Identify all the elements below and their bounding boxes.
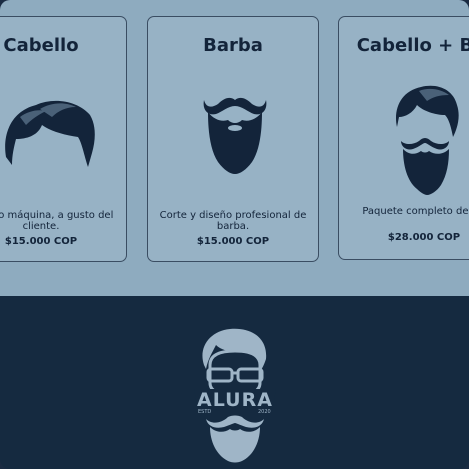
hair-and-beard-icon: [396, 85, 459, 195]
service-price: $28.000 COP: [387, 232, 461, 243]
service-price: $15.000 COP: [196, 236, 270, 247]
hair-icon: [5, 100, 95, 167]
service-description: Paquete completo de c… y barba.: [362, 206, 469, 217]
logo-year: 2020: [258, 409, 271, 415]
service-card-cabello-barba[interactable]: Cabello + Barba Paquete completo de c… y…: [338, 16, 469, 260]
service-title: Cabello: [3, 35, 79, 56]
service-card-barba[interactable]: Barba Corte y diseño profesional de barb…: [147, 16, 319, 262]
service-card-cabello[interactable]: Cabello …era o máquina, a gusto del clie…: [0, 16, 127, 262]
alura-logo[interactable]: ALURA ESTD 2020: [192, 325, 278, 465]
logo-estd: ESTD: [198, 409, 212, 415]
logo-wordmark: ALURA: [197, 389, 273, 411]
service-description: Corte y diseño profesional de barba.: [159, 210, 307, 232]
service-price: $15.000 COP: [4, 236, 78, 247]
beard-icon: [203, 97, 267, 174]
service-title: Barba: [203, 35, 263, 56]
services-section: Cabello …era o máquina, a gusto del clie…: [0, 0, 469, 296]
page: Cabello …era o máquina, a gusto del clie…: [0, 0, 469, 469]
service-description: …era o máquina, a gusto del cliente.: [0, 210, 114, 232]
service-title: Cabello + Barba: [356, 35, 469, 56]
